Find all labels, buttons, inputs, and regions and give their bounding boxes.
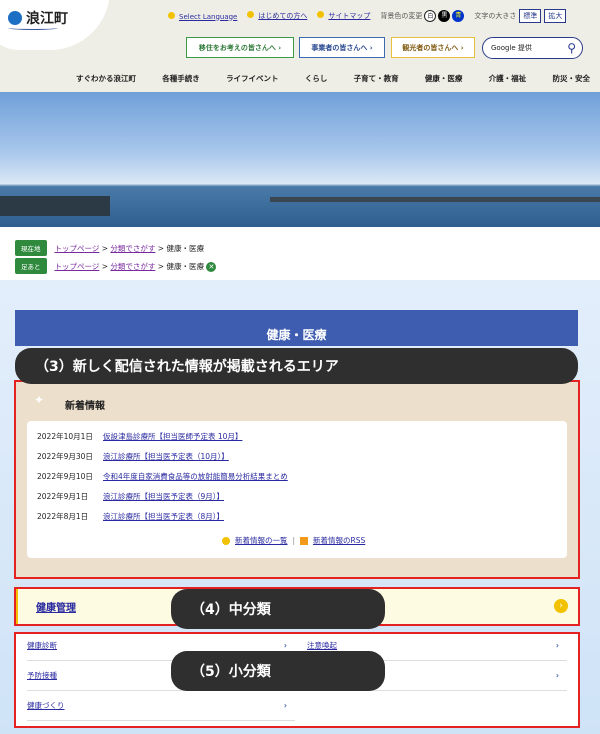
town-emblem-icon (8, 11, 22, 25)
site-logo[interactable]: 浪江町 (8, 8, 68, 28)
text-size-label: 文字の大きさ (474, 12, 517, 20)
bg-blue-button[interactable]: 青 (452, 10, 465, 22)
bullet-icon (317, 11, 325, 18)
annotation-mid-category: （4）中分類 (171, 589, 385, 629)
page-title: 健康・医療 (15, 310, 578, 346)
search-placeholder: Google 提供 (491, 44, 532, 52)
select-language-link[interactable]: Select Language (179, 13, 237, 21)
history-current-page: 健康・医療 (166, 261, 204, 271)
nav-item[interactable]: すぐわかる浪江町 (76, 73, 136, 84)
bg-black-button[interactable]: 黒 (438, 10, 451, 22)
nav-item[interactable]: くらし (305, 73, 328, 84)
highlight-news-area (14, 380, 580, 579)
breadcrumb-current: 現在地 トップページ > 分類でさがす > 健康・医療 (15, 240, 204, 256)
visitor-business-button[interactable]: 事業者の皆さんへ › (299, 37, 385, 58)
utility-links: Select Language はじめての方へ サイトマップ 背景色の変更 白 … (168, 9, 567, 23)
bullet-icon (168, 11, 175, 19)
text-size-standard-button[interactable]: 標準 (519, 9, 542, 23)
button-label: 観光者の皆さんへ (402, 43, 459, 52)
annotation-news-area: （3）新しく配信された情報が掲載されるエリア (15, 348, 578, 384)
search-input[interactable]: Google 提供 ⚲ (482, 37, 583, 59)
site-name: 浪江町 (26, 11, 68, 27)
breadcrumb-link[interactable]: 分類でさがす (110, 244, 155, 253)
hero-breakwater (270, 197, 600, 202)
breadcrumb: 現在地 トップページ > 分類でさがす > 健康・医療 足あと トップページ >… (0, 230, 600, 280)
text-size-large-button[interactable]: 拡大 (544, 9, 567, 23)
nav-item[interactable]: 介護・福祉 (489, 73, 527, 84)
bg-color-label: 背景色の変更 (380, 12, 423, 20)
button-label: 事業者の皆さんへ (311, 43, 368, 52)
current-location-tag: 現在地 (15, 240, 47, 256)
button-label: 移住をお考えの皆さんへ (198, 43, 276, 52)
bullet-icon (247, 11, 255, 18)
history-link[interactable]: トップページ (55, 262, 100, 271)
bg-white-button[interactable]: 白 (424, 10, 437, 22)
nav-item[interactable]: 子育て・教育 (354, 73, 399, 84)
annotation-small-category: （5）小分類 (171, 651, 385, 691)
nav-item[interactable]: 健康・医療 (425, 73, 463, 84)
sitemap-link[interactable]: サイトマップ (328, 12, 370, 20)
search-icon[interactable]: ⚲ (567, 41, 576, 55)
nav-item[interactable]: 防災・安全 (552, 73, 590, 84)
nav-item[interactable]: 各種手続き (162, 73, 200, 84)
visitor-tourist-button[interactable]: 観光者の皆さんへ › (391, 37, 475, 58)
breadcrumb-history: 足あと トップページ > 分類でさがす > 健康・医療 ✕ (15, 258, 217, 274)
breadcrumb-link[interactable]: トップページ (55, 244, 100, 253)
close-icon[interactable]: ✕ (206, 261, 217, 272)
wave-decoration (8, 26, 58, 30)
history-tag: 足あと (15, 258, 47, 274)
visitor-migration-button[interactable]: 移住をお考えの皆さんへ › (186, 37, 294, 58)
nav-item[interactable]: ライフイベント (226, 73, 279, 84)
history-link[interactable]: 分類でさがす (110, 262, 155, 271)
site-header: 浪江町 Select Language はじめての方へ サイトマップ 背景色の変… (0, 0, 600, 92)
first-visit-link[interactable]: はじめての方へ (258, 12, 307, 20)
breadcrumb-current-page: 健康・医療 (166, 243, 204, 253)
hero-pier (0, 196, 110, 216)
global-nav: すぐわかる浪江町 各種手続き ライフイベント くらし 子育て・教育 健康・医療 … (76, 73, 590, 84)
